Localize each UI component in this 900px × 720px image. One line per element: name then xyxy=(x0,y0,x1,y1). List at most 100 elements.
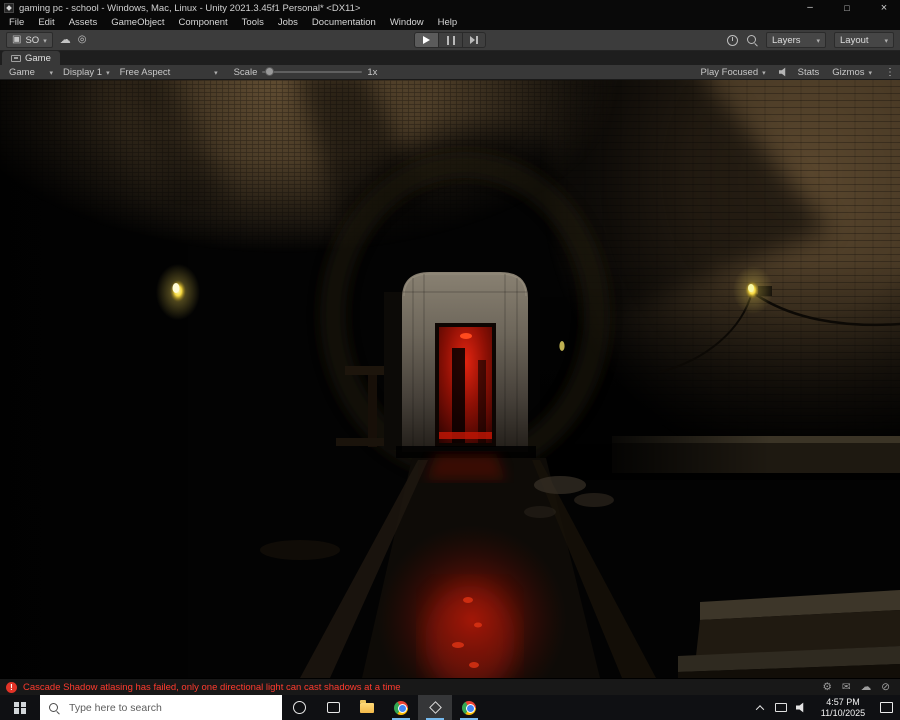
windows-taskbar: 4:57 PM 11/10/2025 xyxy=(0,695,900,720)
main-toolbar: ▣ SO ☁ ◎ Layers Layout xyxy=(0,30,900,51)
close-button[interactable] xyxy=(868,0,900,16)
scale-label: Scale xyxy=(233,66,258,78)
menu-documentation[interactable]: Documentation xyxy=(305,16,383,30)
stats-button[interactable]: Stats xyxy=(798,67,820,78)
display-mode-dropdown[interactable]: Game xyxy=(5,65,57,80)
gizmos-label: Gizmos xyxy=(832,66,865,78)
playmode-controls xyxy=(414,32,486,48)
chrome-icon xyxy=(394,700,408,715)
menu-gameobject[interactable]: GameObject xyxy=(104,16,171,30)
hidden-icons-button[interactable] xyxy=(749,695,770,720)
tab-strip: Game xyxy=(0,51,900,65)
unity-logo-icon xyxy=(4,3,14,13)
step-icon xyxy=(470,36,478,44)
volume-button[interactable] xyxy=(791,695,812,720)
unity-taskbar-button[interactable] xyxy=(418,695,452,720)
action-center-icon[interactable] xyxy=(880,702,893,713)
chevron-down-icon xyxy=(868,67,872,78)
chevron-down-icon xyxy=(49,67,53,78)
play-icon xyxy=(423,36,430,44)
cloud-status-icon[interactable]: ☁ xyxy=(861,682,872,693)
game-view-toolbar: Game Display 1 Free Aspect Scale 1x Play… xyxy=(0,65,900,80)
title-bar: gaming pc - school - Windows, Mac, Linux… xyxy=(0,0,900,16)
display-mode-label: Game xyxy=(9,66,35,78)
cloud-icon[interactable]: ☁ xyxy=(60,34,71,46)
layers-label: Layers xyxy=(772,34,801,46)
chrome-profile-button[interactable] xyxy=(452,695,486,720)
pause-button[interactable] xyxy=(438,32,462,48)
layout-label: Layout xyxy=(840,34,869,46)
play-button[interactable] xyxy=(414,32,438,48)
chrome-button[interactable] xyxy=(384,695,418,720)
chevron-down-icon xyxy=(214,67,218,78)
taskbar-search[interactable] xyxy=(40,695,282,720)
display-target-dropdown[interactable]: Display 1 xyxy=(59,65,114,80)
scale-slider-knob[interactable] xyxy=(265,67,275,76)
maximize-button[interactable] xyxy=(831,0,863,16)
menu-help[interactable]: Help xyxy=(431,16,465,30)
tab-game[interactable]: Game xyxy=(2,51,60,65)
account-label: SO xyxy=(25,34,40,46)
display-target-label: Display 1 xyxy=(63,66,103,78)
layout-dropdown[interactable]: Layout xyxy=(834,32,894,48)
play-focused-dropdown[interactable]: Play Focused xyxy=(697,65,770,80)
menu-assets[interactable]: Assets xyxy=(62,16,105,30)
menu-edit[interactable]: Edit xyxy=(31,16,61,30)
status-bar-icons: ⚙ ✉ ☁ ⊘ xyxy=(822,682,894,693)
cortana-button[interactable] xyxy=(282,695,316,720)
windows-logo-icon xyxy=(14,701,26,714)
search-icon[interactable] xyxy=(746,34,758,46)
touch-keyboard-button[interactable] xyxy=(770,695,791,720)
keyboard-icon xyxy=(774,703,787,712)
start-button[interactable] xyxy=(0,695,40,720)
file-explorer-button[interactable] xyxy=(350,695,384,720)
cortana-icon xyxy=(292,701,306,714)
minimize-button[interactable] xyxy=(794,0,826,16)
toolbar-left-group: ▣ SO ☁ ◎ xyxy=(6,32,86,48)
aspect-ratio-dropdown[interactable]: Free Aspect xyxy=(116,65,222,80)
game-scene xyxy=(0,80,900,678)
chevron-up-icon xyxy=(755,704,764,714)
search-icon xyxy=(48,702,60,714)
chevron-down-icon xyxy=(884,35,888,46)
play-focused-label: Play Focused xyxy=(700,66,759,78)
account-button[interactable]: ▣ SO xyxy=(6,32,53,48)
menu-window[interactable]: Window xyxy=(383,16,431,30)
chevron-down-icon xyxy=(43,35,47,46)
menu-bar: File Edit Assets GameObject Component To… xyxy=(0,16,900,30)
chevron-down-icon xyxy=(106,67,110,78)
folder-icon xyxy=(360,699,374,713)
menu-tools[interactable]: Tools xyxy=(235,16,271,30)
task-view-icon xyxy=(326,702,340,713)
menu-jobs[interactable]: Jobs xyxy=(271,16,305,30)
menu-file[interactable]: File xyxy=(2,16,31,30)
speaker-icon xyxy=(796,702,804,713)
more-options-icon[interactable] xyxy=(885,67,895,78)
clock[interactable]: 4:57 PM 11/10/2025 xyxy=(812,697,874,718)
game-tab-label: Game xyxy=(25,52,51,64)
message-icon[interactable]: ✉ xyxy=(842,682,851,693)
search-input[interactable] xyxy=(67,700,274,715)
window-title: gaming pc - school - Windows, Mac, Linux… xyxy=(19,2,361,14)
services-icon[interactable]: ◎ xyxy=(78,35,87,45)
settings-icon[interactable]: ⚙ xyxy=(822,682,831,693)
layers-dropdown[interactable]: Layers xyxy=(766,32,826,48)
mute-audio-icon[interactable] xyxy=(778,67,786,77)
status-bar: Cascade Shadow atlasing has failed, only… xyxy=(0,678,900,695)
notifications-icon[interactable]: ⊘ xyxy=(881,682,890,693)
console-error-message[interactable]: Cascade Shadow atlasing has failed, only… xyxy=(23,682,401,693)
error-icon xyxy=(6,681,17,693)
game-viewport[interactable] xyxy=(0,80,900,678)
chevron-down-icon xyxy=(816,35,820,46)
undo-history-icon[interactable] xyxy=(727,34,738,46)
menu-component[interactable]: Component xyxy=(172,16,235,30)
scale-value: 1x xyxy=(367,66,378,78)
step-button[interactable] xyxy=(462,32,486,48)
chrome-icon xyxy=(462,700,476,715)
chevron-down-icon xyxy=(762,67,766,78)
task-view-button[interactable] xyxy=(316,695,350,720)
account-icon: ▣ xyxy=(12,34,22,45)
gizmos-dropdown[interactable]: Gizmos xyxy=(828,65,876,80)
scale-slider[interactable] xyxy=(262,67,363,76)
game-view-icon xyxy=(11,54,21,62)
